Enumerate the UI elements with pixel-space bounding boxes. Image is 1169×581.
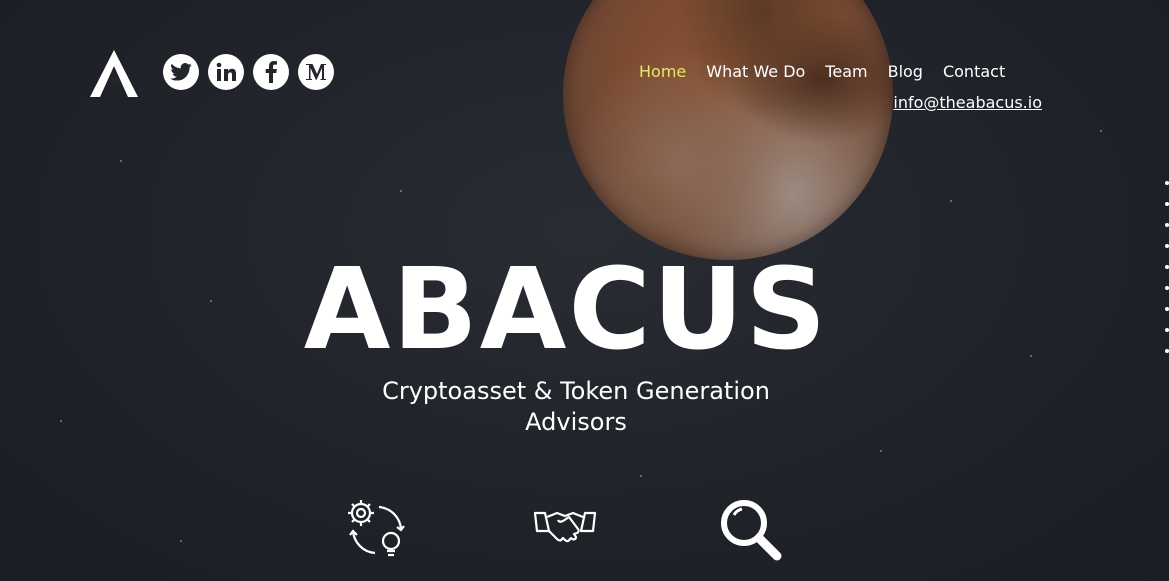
star — [1030, 355, 1032, 357]
slide-indicator-dots[interactable] — [1165, 181, 1169, 370]
nav-what-we-do[interactable]: What We Do — [706, 62, 805, 81]
star — [120, 160, 122, 162]
star — [210, 300, 212, 302]
email-link[interactable]: info@theabacus.io — [893, 93, 1042, 112]
linkedin-icon[interactable] — [208, 54, 244, 90]
star — [880, 450, 882, 452]
facebook-icon[interactable] — [253, 54, 289, 90]
star — [400, 190, 402, 192]
medium-icon[interactable] — [298, 54, 334, 90]
social-links — [163, 54, 334, 90]
abacus-a-logo[interactable] — [90, 50, 138, 97]
nav-team[interactable]: Team — [825, 62, 867, 81]
star — [60, 420, 62, 422]
tagline-line-2: Advisors — [525, 408, 627, 436]
brand-title: ABACUS — [303, 245, 829, 375]
nav-blog[interactable]: Blog — [888, 62, 923, 81]
star — [950, 200, 952, 202]
tagline-line-1: Cryptoasset & Token Generation — [382, 377, 770, 405]
nav-home[interactable]: Home — [639, 62, 686, 81]
tagline: Cryptoasset & Token Generation Advisors — [300, 376, 852, 438]
handshake-icon[interactable] — [533, 505, 597, 551]
magnifier-icon[interactable] — [718, 497, 782, 561]
star — [180, 540, 182, 542]
star — [640, 475, 642, 477]
twitter-icon[interactable] — [163, 54, 199, 90]
main-nav: Home What We Do Team Blog Contact — [639, 62, 1025, 81]
star — [1100, 130, 1102, 132]
nav-contact[interactable]: Contact — [943, 62, 1005, 81]
gear-process-icon[interactable] — [345, 497, 409, 561]
